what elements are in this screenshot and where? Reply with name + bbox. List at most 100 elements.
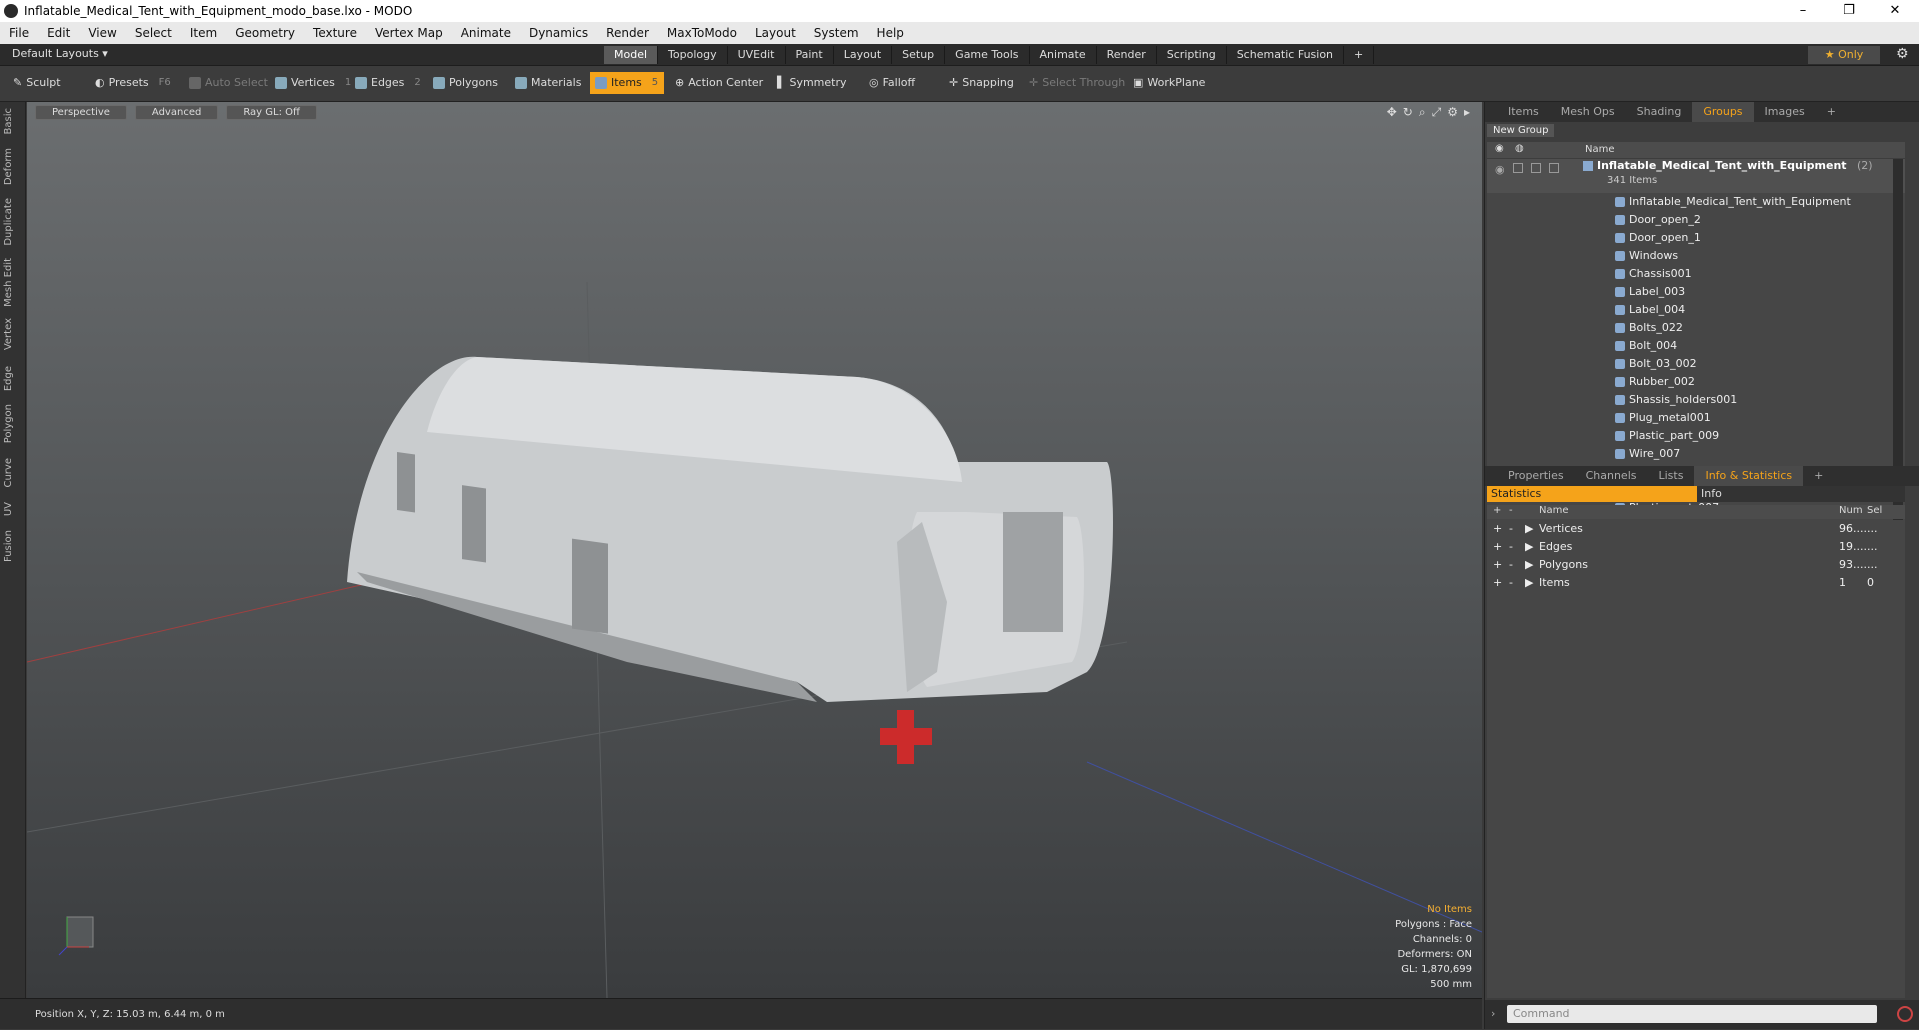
list-item[interactable]: Label_004 (1487, 301, 1905, 319)
collapse-minus-icon[interactable]: - (1509, 574, 1513, 592)
stats-row[interactable]: + - ▶ Items 1 0 (1487, 574, 1905, 592)
command-input[interactable]: Command (1507, 1005, 1877, 1023)
list-item[interactable]: Windows (1487, 247, 1905, 265)
expand-plus-icon[interactable]: + (1493, 574, 1502, 592)
tab-layout[interactable]: Layout (834, 46, 893, 64)
settings-icon[interactable]: ⚙ (1447, 105, 1458, 120)
lock-toggle[interactable] (1513, 163, 1523, 173)
expand-icon[interactable]: ▸ (1464, 105, 1470, 120)
collapse-minus-icon[interactable]: - (1509, 520, 1513, 538)
name-column-header[interactable]: Name (1585, 144, 1615, 155)
close-button[interactable]: ✕ (1872, 0, 1918, 22)
3d-viewport[interactable]: Perspective Advanced Ray GL: Off ✥ ↻ ⌕ ⤢… (27, 102, 1482, 998)
tab-mesh-ops[interactable]: Mesh Ops (1550, 102, 1626, 122)
symmetry-button[interactable]: ▌ Symmetry (772, 72, 852, 94)
list-item[interactable]: Bolt_03_002 (1487, 355, 1905, 373)
list-item[interactable]: Chassis001 (1487, 265, 1905, 283)
list-scrollbar[interactable] (1893, 159, 1903, 564)
expand-plus-icon[interactable]: + (1493, 520, 1502, 538)
tab-deform[interactable]: Deform (3, 148, 14, 185)
list-item[interactable]: Plug_metal001 (1487, 409, 1905, 427)
edges-button[interactable]: Edges 2 (350, 72, 426, 94)
expand-plus-icon[interactable]: + (1493, 538, 1502, 556)
visibility-eye-icon[interactable]: ◉ (1495, 163, 1505, 176)
pan-icon[interactable]: ✥ (1387, 105, 1397, 120)
tab-paint[interactable]: Paint (786, 46, 834, 64)
menu-maxtomodo[interactable]: MaxToModo (658, 26, 746, 40)
statistics-tab[interactable]: Statistics (1487, 486, 1697, 502)
tab-fusion[interactable]: Fusion (3, 530, 14, 562)
tab-curve[interactable]: Curve (3, 458, 14, 488)
list-item[interactable]: Rubber_002 (1487, 373, 1905, 391)
menu-animate[interactable]: Animate (452, 26, 520, 40)
tab-game-tools[interactable]: Game Tools (945, 46, 1030, 64)
menu-edit[interactable]: Edit (38, 26, 79, 40)
snapping-button[interactable]: ✛ Snapping (944, 72, 1019, 94)
list-item[interactable]: Door_open_1 (1487, 229, 1905, 247)
add-tab-button[interactable]: + (1344, 46, 1375, 64)
stats-row[interactable]: + - ▶ Polygons 93....... (1487, 556, 1905, 574)
workplane-button[interactable]: ▣ WorkPlane (1128, 72, 1210, 94)
tab-images[interactable]: Images (1754, 102, 1816, 122)
maximize-button[interactable]: ❐ (1826, 0, 1872, 22)
tab-basic[interactable]: Basic (3, 108, 14, 134)
tab-render[interactable]: Render (1097, 46, 1157, 64)
tab-properties[interactable]: Properties (1497, 466, 1575, 486)
tab-scripting[interactable]: Scripting (1157, 46, 1227, 64)
tab-channels[interactable]: Channels (1575, 466, 1648, 486)
collapse-minus-icon[interactable]: - (1509, 538, 1513, 556)
list-item[interactable]: Wire_007 (1487, 445, 1905, 463)
list-item[interactable]: Door_open_2 (1487, 211, 1905, 229)
disclosure-triangle-icon[interactable]: ▶ (1525, 538, 1533, 556)
falloff-button[interactable]: ◎ Falloff (864, 72, 920, 94)
tab-groups[interactable]: Groups (1692, 102, 1754, 122)
stats-add-icon[interactable]: + (1493, 505, 1501, 516)
rotate-icon[interactable]: ↻ (1403, 105, 1413, 120)
add-scene-tab[interactable]: + (1816, 102, 1847, 122)
presets-button[interactable]: ◐ Presets F6 (90, 72, 176, 94)
list-item[interactable]: Bolt_004 (1487, 337, 1905, 355)
group-row[interactable]: ◉ Inflatable_Medical_Tent_with_Equipment… (1487, 159, 1905, 193)
fit-icon[interactable]: ⤢ (1432, 105, 1442, 120)
tab-schematic-fusion[interactable]: Schematic Fusion (1227, 46, 1345, 64)
tab-setup[interactable]: Setup (892, 46, 946, 64)
only-button[interactable]: ★ Only (1808, 46, 1880, 64)
sculpt-button[interactable]: ✎ Sculpt (8, 72, 66, 94)
stats-remove-icon[interactable]: - (1509, 505, 1513, 516)
auto-select-button[interactable]: Auto Select (184, 72, 273, 94)
tab-shading[interactable]: Shading (1626, 102, 1693, 122)
menu-file[interactable]: File (0, 26, 38, 40)
disclosure-triangle-icon[interactable]: ▶ (1525, 574, 1533, 592)
raygl-button[interactable]: Ray GL: Off (226, 105, 317, 120)
menu-help[interactable]: Help (868, 26, 913, 40)
menu-vertex-map[interactable]: Vertex Map (366, 26, 452, 40)
tab-info-statistics[interactable]: Info & Statistics (1694, 466, 1804, 486)
expand-plus-icon[interactable]: + (1493, 556, 1502, 574)
record-icon[interactable] (1897, 1006, 1913, 1022)
menu-view[interactable]: View (79, 26, 125, 40)
tab-topology[interactable]: Topology (658, 46, 728, 64)
render-toggle[interactable] (1549, 163, 1559, 173)
items-button[interactable]: Items 5 (590, 72, 664, 94)
menu-select[interactable]: Select (126, 26, 181, 40)
menu-geometry[interactable]: Geometry (226, 26, 304, 40)
vertices-button[interactable]: Vertices 1 (270, 72, 356, 94)
tab-vertex[interactable]: Vertex (3, 318, 14, 350)
menu-render[interactable]: Render (597, 26, 658, 40)
layout-selector[interactable]: Default Layouts ▾ (12, 47, 108, 60)
list-item[interactable]: Label_003 (1487, 283, 1905, 301)
tab-items[interactable]: Items (1497, 102, 1550, 122)
tab-model[interactable]: Model (604, 46, 659, 64)
menu-system[interactable]: System (805, 26, 868, 40)
disclosure-triangle-icon[interactable]: ▶ (1525, 556, 1533, 574)
list-item[interactable]: Bolts_022 (1487, 319, 1905, 337)
menu-layout[interactable]: Layout (746, 26, 805, 40)
minimize-button[interactable]: – (1780, 0, 1826, 22)
select-through-button[interactable]: ✛ Select Through (1024, 72, 1130, 94)
polygons-button[interactable]: Polygons (428, 72, 503, 94)
advanced-button[interactable]: Advanced (134, 105, 219, 120)
gear-icon[interactable]: ⚙ (1896, 46, 1909, 62)
select-toggle[interactable] (1531, 163, 1541, 173)
materials-button[interactable]: Materials (510, 72, 586, 94)
perspective-button[interactable]: Perspective (35, 105, 127, 120)
